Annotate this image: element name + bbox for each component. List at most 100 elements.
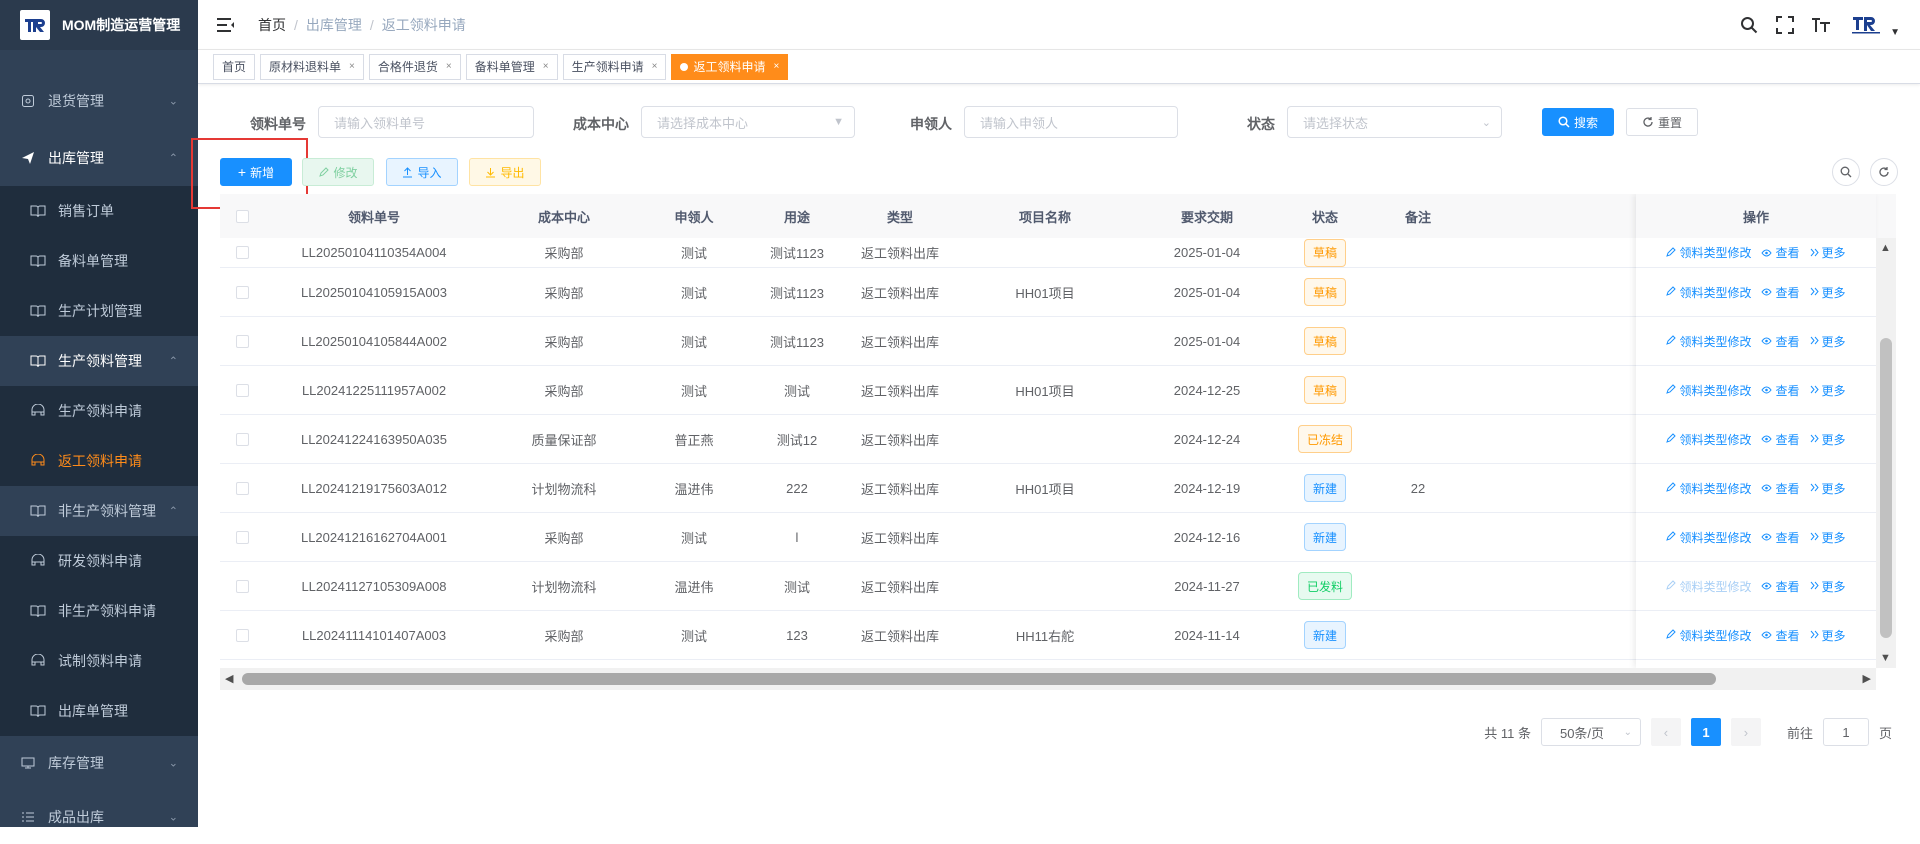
sidebar-item[interactable]: 生产领料申请	[0, 386, 198, 436]
view-link[interactable]: 查看	[1761, 529, 1800, 546]
breadcrumb-outbound[interactable]: 出库管理	[306, 15, 362, 35]
cart-icon	[30, 403, 46, 419]
sidebar-item[interactable]: 试制领料申请	[0, 636, 198, 686]
close-icon[interactable]: ×	[773, 61, 779, 72]
row-checkbox[interactable]	[235, 628, 249, 642]
sidebar-item[interactable]: 研发领料申请	[0, 536, 198, 586]
tab[interactable]: 返工领料申请 ×	[671, 53, 789, 80]
modify-type-link[interactable]: 领料类型修改	[1666, 382, 1751, 399]
breadcrumb-home[interactable]: 首页	[258, 15, 286, 35]
view-link[interactable]: 查看	[1761, 480, 1800, 497]
view-link[interactable]: 查看	[1761, 284, 1800, 301]
sidebar-item[interactable]: 备料单管理	[0, 236, 198, 286]
page-number[interactable]: 1	[1690, 718, 1721, 746]
sidebar-item[interactable]: 非生产领料申请	[0, 586, 198, 636]
row-checkbox[interactable]	[235, 334, 249, 348]
row-checkbox[interactable]	[235, 383, 249, 397]
more-link[interactable]: 更多	[1810, 333, 1846, 350]
ops-cell: 领料类型修改 查看 更多	[1636, 366, 1876, 415]
modify-type-link[interactable]: 领料类型修改	[1666, 333, 1751, 350]
horizontal-scrollbar[interactable]: ◀ ▶	[220, 668, 1876, 690]
more-link[interactable]: 更多	[1810, 284, 1846, 301]
more-link[interactable]: 更多	[1810, 480, 1846, 497]
row-checkbox[interactable]	[235, 285, 249, 299]
chevron-down-icon: ⌄	[168, 811, 178, 824]
row-checkbox[interactable]	[235, 530, 249, 544]
view-link[interactable]: 查看	[1761, 578, 1800, 595]
edit-button[interactable]: 修改	[302, 158, 374, 186]
prev-page-button[interactable]: ‹	[1650, 718, 1681, 746]
sidebar-item[interactable]: 销售订单	[0, 186, 198, 236]
edit-icon	[1666, 481, 1677, 495]
view-link[interactable]: 查看	[1761, 333, 1800, 350]
horizontal-scroll-thumb[interactable]	[242, 673, 1716, 685]
reset-button[interactable]: 重置	[1626, 108, 1698, 136]
row-checkbox[interactable]	[235, 481, 249, 495]
tab[interactable]: 备料单管理 ×	[465, 53, 558, 80]
more-link[interactable]: 更多	[1810, 529, 1846, 546]
more-link[interactable]: 更多	[1810, 578, 1846, 595]
font-size-icon[interactable]	[1810, 14, 1832, 36]
close-icon[interactable]: ×	[543, 61, 549, 72]
modify-type-link[interactable]: 领料类型修改	[1666, 284, 1751, 301]
tab[interactable]: 生产领料申请 ×	[562, 53, 667, 80]
more-link[interactable]: 更多	[1810, 431, 1846, 448]
toggle-search-button[interactable]	[1832, 158, 1860, 186]
upload-icon	[403, 166, 413, 177]
avatar[interactable]	[1846, 10, 1886, 40]
close-icon[interactable]: ×	[446, 61, 452, 72]
sidebar-item[interactable]: 生产领料管理 ⌃	[0, 336, 198, 386]
scroll-down-icon: ▼	[1880, 652, 1891, 664]
search-button[interactable]: 搜索	[1542, 108, 1614, 136]
add-button[interactable]: + 新增	[220, 158, 292, 186]
cost-center-select[interactable]: 请选择成本中心 ▼	[641, 106, 855, 138]
search-icon[interactable]	[1738, 14, 1760, 36]
order-no-input[interactable]: 请输入领料单号	[318, 106, 534, 138]
modify-type-link[interactable]: 领料类型修改	[1666, 529, 1751, 546]
export-button[interactable]: 导出	[469, 158, 541, 186]
row-checkbox[interactable]	[235, 432, 249, 446]
vertical-scroll-thumb[interactable]	[1880, 338, 1892, 638]
goto-page-input[interactable]: 1	[1822, 718, 1869, 746]
tab[interactable]: 首页	[213, 53, 256, 80]
status-select[interactable]: 请选择状态 ⌄	[1287, 106, 1502, 138]
sidebar-item[interactable]: 退货管理 ⌄	[0, 72, 198, 129]
modify-type-link[interactable]: 领料类型修改	[1666, 480, 1751, 497]
close-icon[interactable]: ×	[652, 61, 658, 72]
fullscreen-icon[interactable]	[1774, 14, 1796, 36]
modify-type-link[interactable]: 领料类型修改	[1666, 244, 1751, 261]
page-size-select[interactable]: 50条/页 ⌄	[1540, 718, 1641, 746]
more-link[interactable]: 更多	[1810, 244, 1846, 261]
hamburger-icon[interactable]	[216, 15, 236, 35]
sidebar-item[interactable]: 出库单管理	[0, 686, 198, 736]
sidebar-item[interactable]: 出库管理 ⌃	[0, 129, 198, 186]
tab[interactable]: 合格件退货 ×	[368, 53, 461, 80]
table-cell-usage: 123	[786, 627, 808, 643]
modify-type-link[interactable]: 领料类型修改	[1666, 431, 1751, 448]
tab[interactable]: 原材料退料单 ×	[260, 53, 364, 80]
sidebar-item[interactable]: 非生产领料管理 ⌃	[0, 486, 198, 536]
sidebar-item[interactable]: 成品出库 ⌄	[0, 790, 198, 844]
vertical-scrollbar[interactable]: ▲ ▼	[1876, 238, 1896, 668]
sidebar-item-label: 非生产领料申请	[58, 603, 156, 619]
applicant-input[interactable]: 请输入申领人	[964, 106, 1178, 138]
more-link[interactable]: 更多	[1810, 382, 1846, 399]
select-all-checkbox[interactable]	[235, 209, 249, 223]
next-page-button[interactable]: ›	[1730, 718, 1761, 746]
sidebar-item[interactable]: 库存管理 ⌄	[0, 736, 198, 790]
view-link[interactable]: 查看	[1761, 431, 1800, 448]
row-checkbox[interactable]	[235, 246, 249, 259]
more-link[interactable]: 更多	[1810, 627, 1846, 644]
close-icon[interactable]: ×	[349, 61, 355, 72]
sidebar-item[interactable]: 返工领料申请	[0, 436, 198, 486]
avatar-dropdown-icon[interactable]: ▼	[1890, 27, 1900, 38]
view-link[interactable]: 查看	[1761, 244, 1800, 261]
row-checkbox[interactable]	[235, 579, 249, 593]
modify-type-link[interactable]: 领料类型修改	[1666, 578, 1751, 595]
view-link[interactable]: 查看	[1761, 627, 1800, 644]
modify-type-link[interactable]: 领料类型修改	[1666, 627, 1751, 644]
sidebar-item[interactable]: 生产计划管理	[0, 286, 198, 336]
view-link[interactable]: 查看	[1761, 382, 1800, 399]
refresh-button[interactable]	[1870, 158, 1898, 186]
import-button[interactable]: 导入	[386, 158, 458, 186]
